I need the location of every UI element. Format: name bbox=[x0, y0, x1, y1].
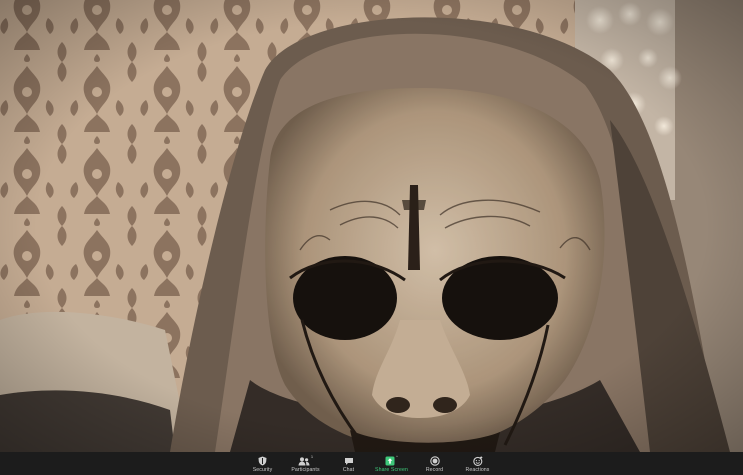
participants-button[interactable]: 1 Participants bbox=[284, 452, 328, 473]
record-button[interactable]: Record bbox=[416, 452, 454, 473]
participants-count: 1 bbox=[310, 454, 314, 459]
chat-icon bbox=[344, 454, 354, 466]
meeting-toolbar: Security 1 Participants Chat ^ Share Scr… bbox=[0, 452, 743, 475]
security-button[interactable]: Security bbox=[244, 452, 282, 473]
video-frame-image bbox=[0, 0, 743, 452]
reactions-button[interactable]: Reactions bbox=[456, 452, 500, 473]
shield-icon bbox=[258, 454, 267, 466]
share-screen-icon bbox=[385, 456, 395, 466]
share-screen-icon-wrap: ^ bbox=[385, 454, 398, 466]
meeting-window: Security 1 Participants Chat ^ Share Scr… bbox=[0, 0, 743, 475]
chat-button[interactable]: Chat bbox=[330, 452, 368, 473]
share-screen-button[interactable]: ^ Share Screen bbox=[370, 452, 414, 473]
participants-icon-wrap: 1 bbox=[298, 454, 313, 466]
reactions-label: Reactions bbox=[465, 467, 490, 473]
participants-label: Participants bbox=[291, 467, 320, 473]
participants-icon bbox=[298, 457, 310, 466]
share-screen-caret-icon[interactable]: ^ bbox=[396, 454, 398, 459]
chat-label: Chat bbox=[342, 467, 355, 473]
share-screen-label: Share Screen bbox=[375, 467, 408, 473]
record-icon bbox=[429, 454, 440, 466]
reactions-icon bbox=[472, 454, 483, 466]
security-label: Security bbox=[252, 467, 273, 473]
record-label: Record bbox=[425, 467, 444, 473]
participant-video bbox=[0, 0, 743, 452]
